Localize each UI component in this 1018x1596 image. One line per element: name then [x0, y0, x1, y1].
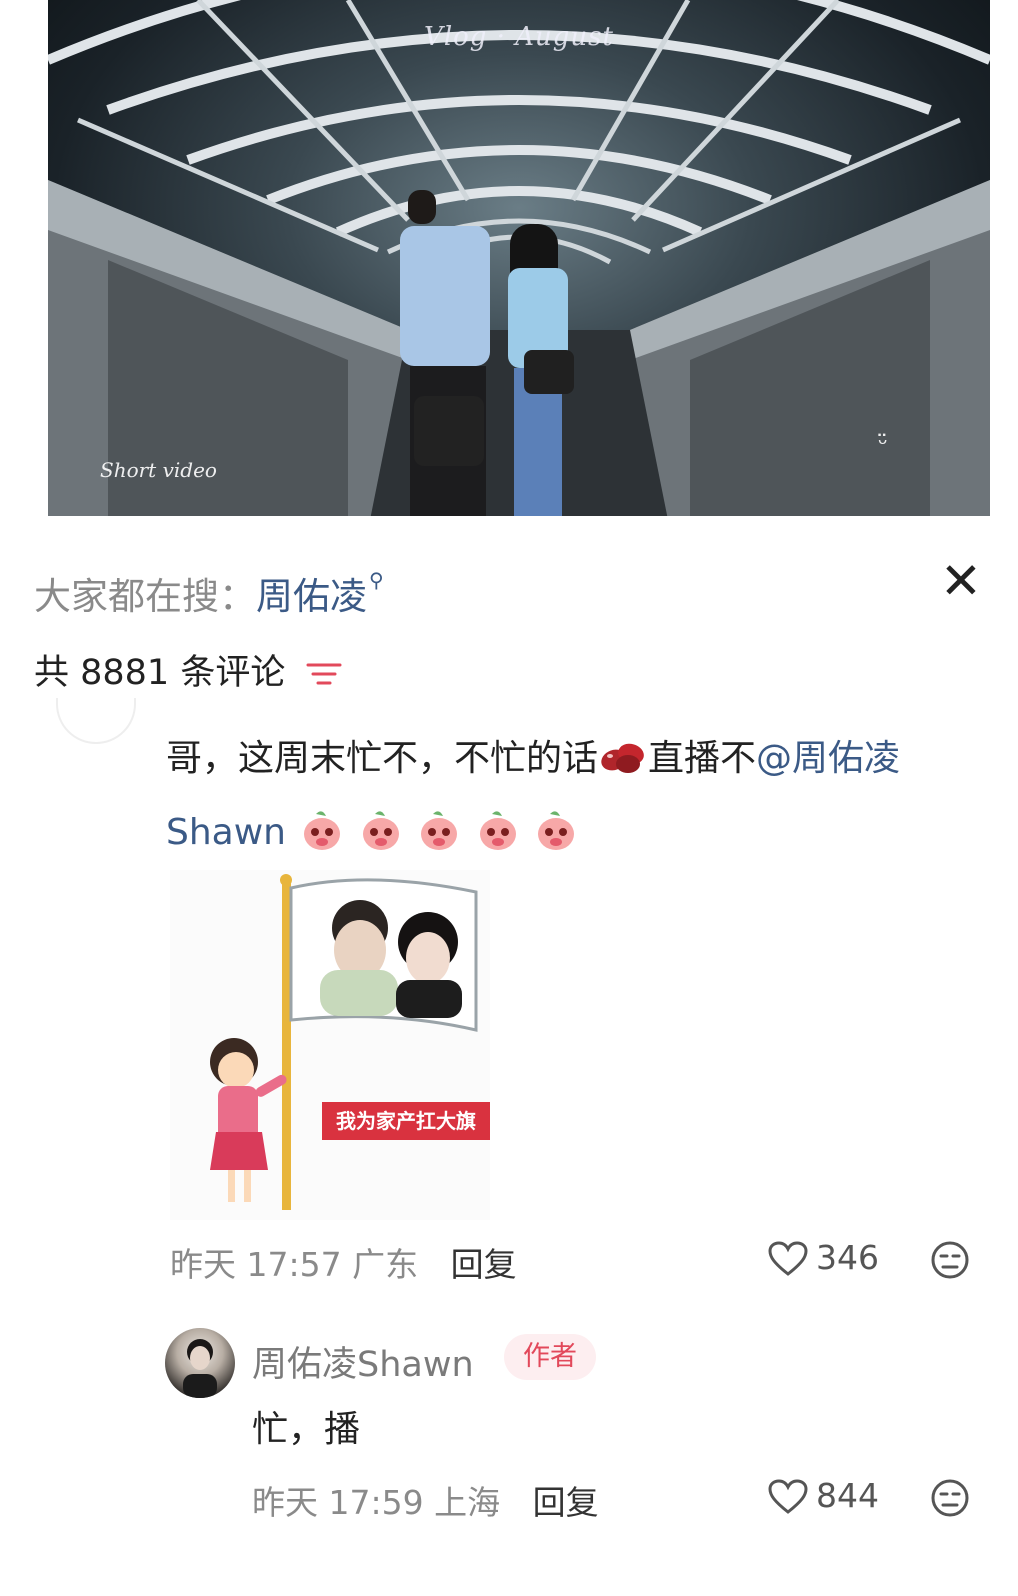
- comment-body: 哥，这周末忙不，不忙的话 直播不@周佑凌Shawn: [166, 722, 996, 870]
- reply-location: 上海: [434, 1483, 501, 1522]
- flag-sticker: [210, 874, 490, 1210]
- peach-face-icon: [304, 811, 341, 850]
- reply-button[interactable]: 回复: [451, 1245, 517, 1284]
- peach-face-icon: [421, 811, 458, 850]
- commenter-avatar[interactable]: [56, 698, 136, 744]
- comment-time: 昨天 17:57: [170, 1245, 342, 1284]
- like-count: 346: [816, 1238, 879, 1277]
- like-button[interactable]: 844: [768, 1476, 879, 1515]
- page: Vlog · August Short video ᵕ̈ 大家都在搜：周佑凌 ⚲ …: [0, 0, 1018, 1596]
- reply-time: 昨天 17:59: [252, 1483, 424, 1522]
- filter-icon[interactable]: [306, 659, 342, 689]
- reply-text: 忙，播: [252, 1409, 361, 1450]
- comment-location: 广东: [352, 1245, 419, 1284]
- author-badge: 作者: [504, 1334, 596, 1380]
- heart-icon: [768, 1479, 808, 1514]
- comment-text-part2: 直播不: [648, 738, 757, 779]
- red-bean-icon: [601, 743, 644, 773]
- dislike-face-icon[interactable]: [930, 1240, 970, 1280]
- comment-sticker-image[interactable]: 我为家产扛大旗: [170, 870, 490, 1220]
- author-name[interactable]: 周佑凌Shawn: [252, 1336, 474, 1387]
- comment-sheet: 大家都在搜：周佑凌 ⚲ ✕ 共 8881 条评论 哥，这周末忙不，不忙的话 直播不…: [0, 516, 1018, 1596]
- reply-meta: 昨天 17:59 上海 回复: [252, 1476, 599, 1524]
- like-button[interactable]: 346: [768, 1238, 879, 1277]
- author-avatar[interactable]: [165, 1328, 235, 1398]
- close-button[interactable]: ✕: [936, 556, 986, 606]
- comment-meta: 昨天 17:57 广东 回复: [170, 1238, 517, 1286]
- like-count: 844: [816, 1476, 879, 1515]
- smile-icon: ᵕ̈: [878, 430, 888, 458]
- peach-face-icon: [538, 811, 575, 850]
- escalator-scene: [48, 0, 990, 520]
- comment-count-label: 共 8881 条评论: [34, 653, 286, 693]
- comment-count: 共 8881 条评论: [34, 644, 342, 695]
- search-icon: ⚲: [369, 568, 384, 592]
- peach-face-icon: [479, 811, 516, 850]
- peach-face-icon: [362, 811, 399, 850]
- peach-emoji-row: [297, 811, 578, 853]
- author-avatar-image: [183, 1339, 217, 1398]
- dislike-face-icon[interactable]: [930, 1478, 970, 1518]
- trending-search-keyword[interactable]: 周佑凌: [256, 575, 367, 618]
- video-player[interactable]: Vlog · August Short video ᵕ̈: [48, 0, 990, 520]
- trending-search-prefix: 大家都在搜：: [34, 575, 256, 618]
- video-watermark: Short video: [100, 458, 217, 482]
- video-title: Vlog · August: [424, 22, 614, 52]
- comment-text-part1: 哥，这周末忙不，不忙的话: [166, 738, 599, 779]
- heart-icon: [768, 1241, 808, 1276]
- sticker-caption: 我为家产扛大旗: [336, 1109, 476, 1133]
- reply-button[interactable]: 回复: [533, 1483, 599, 1522]
- trending-search[interactable]: 大家都在搜：周佑凌 ⚲: [34, 566, 384, 620]
